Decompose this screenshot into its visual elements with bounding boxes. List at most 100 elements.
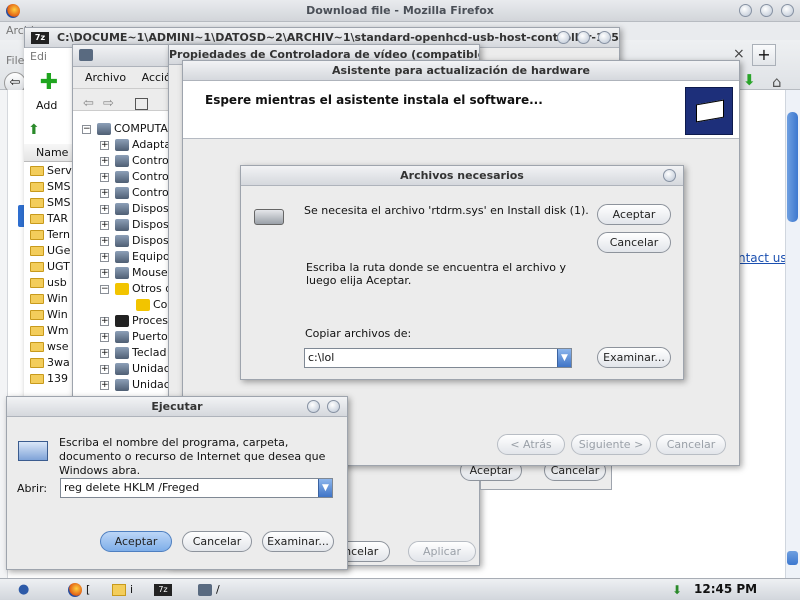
run-help-icon[interactable] [307,400,320,413]
list-item[interactable]: SMS [30,195,74,211]
expand-icon[interactable]: + [100,236,109,246]
tree-node[interactable]: + Mouse [100,265,168,281]
collapse-icon[interactable]: − [100,284,109,294]
tree-node[interactable]: + Equipo [100,249,170,265]
home-icon[interactable]: ⌂ [772,73,782,91]
firefox-task-icon[interactable] [68,583,82,597]
tree-node[interactable]: − Otros d [100,281,172,297]
wizard-cancel-button[interactable]: Cancelar [656,434,726,455]
computer-task-icon[interactable] [198,584,212,596]
up-folder-icon[interactable]: ⬆ [28,122,44,138]
list-item[interactable]: usb [30,275,74,291]
files-accept-button[interactable]: Aceptar [597,204,671,225]
expand-icon[interactable]: + [100,140,109,150]
expand-icon[interactable]: + [100,156,109,166]
folder-task-icon[interactable] [112,584,126,596]
run-cancel-button[interactable]: Cancelar [182,531,252,552]
list-item[interactable]: Win [30,307,74,323]
copy-from-input[interactable]: c:\lol [304,348,572,368]
expand-icon[interactable]: + [100,348,109,358]
list-item[interactable]: Serv [30,163,74,179]
list-item[interactable]: SMS [30,179,74,195]
add-label[interactable]: Add [36,99,57,112]
menu-item-archivo[interactable]: Archivo [85,71,126,84]
tree-node[interactable]: + Dispos [100,233,169,249]
collapse-icon[interactable]: − [82,124,91,134]
menu-item-accion[interactable]: Acció [142,71,171,84]
add-icon[interactable]: ✚ [38,72,60,95]
tree-root[interactable]: − COMPUTA [82,121,168,137]
maximize-icon[interactable] [760,4,773,17]
list-item[interactable]: UGT [30,259,74,275]
sevenzip-maximize-icon[interactable] [577,31,590,44]
sevenzip-task-icon[interactable]: 7z [154,584,172,596]
list-item[interactable]: TAR [30,211,74,227]
properties-apply-button[interactable]: Aplicar [408,541,476,562]
run-dropdown-icon[interactable]: ▼ [318,479,332,497]
tree-node[interactable]: + Unidac [100,361,170,377]
task-label[interactable]: i [130,583,133,596]
expand-icon[interactable]: + [100,204,109,214]
start-apple-icon[interactable]: ● [18,582,36,598]
files-cancel-button[interactable]: Cancelar [597,232,671,253]
tree-node[interactable]: + Dispos [100,217,169,233]
sevenzip-close-icon[interactable] [598,31,611,44]
tree-node[interactable]: Co [136,297,167,313]
expand-icon[interactable]: + [100,220,109,230]
file-name: wse [47,340,69,353]
expand-icon[interactable]: + [100,252,109,262]
tree-node[interactable]: + Contro [100,169,169,185]
scroll-down-button[interactable] [787,551,798,565]
files-needed-close-icon[interactable] [663,169,676,182]
expand-icon[interactable]: + [100,188,109,198]
column-header-name[interactable]: Name [24,144,78,162]
scrollbar-thumb[interactable] [787,112,798,222]
menu-item-edit[interactable]: Edi [30,50,47,63]
tree-node[interactable]: + Puerto [100,329,168,345]
sevenzip-minimize-icon[interactable] [557,31,570,44]
tree-node[interactable]: + Contro [100,153,169,169]
tray-icon[interactable]: ⬇ [672,583,686,597]
list-item[interactable]: Win [30,291,74,307]
expand-icon[interactable]: + [100,364,109,374]
next-button[interactable]: Siguiente > [571,434,651,455]
tree-node[interactable]: + Proces [100,313,168,329]
tree-node[interactable]: + Unidac [100,377,170,393]
task-label[interactable]: [ [86,583,90,596]
run-accept-button[interactable]: Aceptar [100,531,172,552]
minimize-icon[interactable] [739,4,752,17]
copy-from-dropdown-icon[interactable]: ▼ [557,349,571,367]
list-item[interactable]: wse [30,339,74,355]
tree-node[interactable]: + Contro [100,185,169,201]
list-item[interactable]: 139 [30,371,74,387]
expand-icon[interactable]: + [100,268,109,278]
forward-icon[interactable]: ⇨ [103,96,114,111]
run-browse-button[interactable]: Examinar... [262,531,334,552]
expand-icon[interactable]: + [100,172,109,182]
list-item[interactable]: 3wa [30,355,74,371]
view-icon[interactable] [135,98,148,110]
download-arrow-icon[interactable]: ⬇ [743,73,756,89]
back-icon[interactable]: ⇦ [83,96,94,111]
tree-node[interactable]: + Adapta [100,137,171,153]
list-item[interactable]: UGe [30,243,74,259]
expand-icon[interactable]: + [100,332,109,342]
folder-icon [30,326,44,336]
back-button[interactable]: < Atrás [497,434,565,455]
files-browse-button[interactable]: Examinar... [597,347,671,368]
tree-node[interactable]: + Teclad [100,345,166,361]
task-label[interactable]: / [216,583,220,596]
expand-icon[interactable]: + [100,380,109,390]
run-close-icon[interactable] [327,400,340,413]
close-icon[interactable] [781,4,794,17]
menu-item-file[interactable]: File [6,54,24,67]
new-tab-button[interactable]: + [752,44,776,66]
list-item[interactable]: Wm [30,323,74,339]
clock: 12:45 PM [694,582,758,596]
contact-us-link[interactable]: ntact us [738,251,787,265]
expand-icon[interactable]: + [100,316,109,326]
tree-node[interactable]: + Dispos [100,201,169,217]
run-command-input[interactable]: reg delete HKLM /Freged [60,478,333,498]
firefox-title-bar: Download file - Mozilla Firefox [0,0,800,22]
list-item[interactable]: Tern [30,227,74,243]
